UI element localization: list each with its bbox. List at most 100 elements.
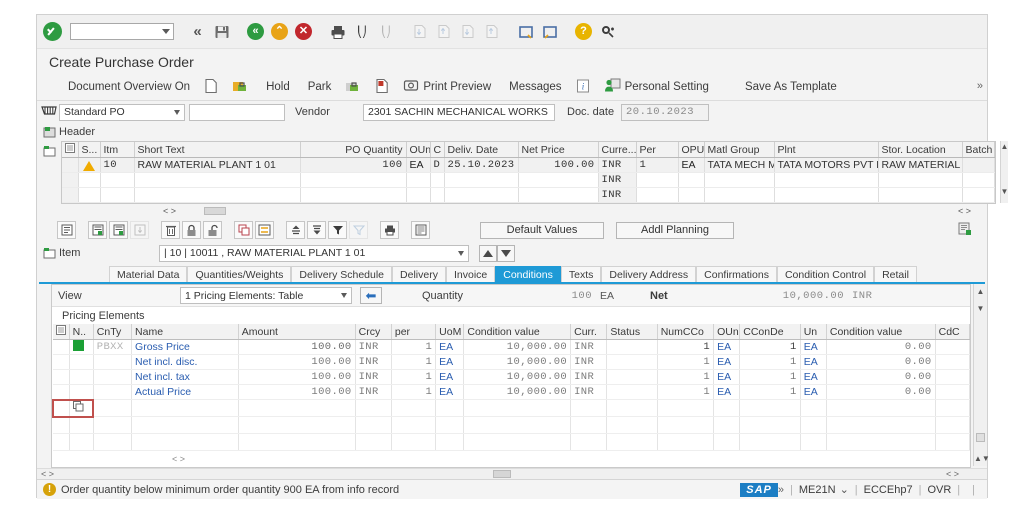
- cancel-icon[interactable]: ✕: [293, 21, 314, 42]
- pcell-status[interactable]: [606, 433, 658, 451]
- pcol-un[interactable]: Un: [800, 324, 827, 340]
- pcell-status[interactable]: [606, 339, 658, 355]
- pcell-oun[interactable]: [713, 433, 741, 451]
- cell-batch[interactable]: [962, 187, 995, 203]
- tab-retail[interactable]: Retail: [874, 266, 917, 282]
- cell-batch[interactable]: [962, 157, 995, 173]
- pcell-name[interactable]: Gross Price: [131, 339, 239, 355]
- pcol-condition-value[interactable]: Condition value: [463, 324, 572, 340]
- item-detail-expand-icon[interactable]: [39, 244, 59, 262]
- pcol-cdc[interactable]: CdC: [935, 324, 971, 340]
- chevron-down-icon[interactable]: [174, 109, 180, 115]
- pcell-name[interactable]: Actual Price: [131, 384, 239, 400]
- pcell-oun[interactable]: EA: [713, 384, 741, 400]
- item-next-button[interactable]: [497, 244, 515, 262]
- paste-row-icon[interactable]: [130, 221, 149, 239]
- pcell-cnty[interactable]: [93, 433, 133, 451]
- scroll-bottom-icon[interactable]: ▲▼: [974, 453, 990, 464]
- lock-folder-button[interactable]: [225, 77, 255, 98]
- cell-matl-group[interactable]: [704, 187, 775, 203]
- view-dropdown[interactable]: 1 Pricing Elements: Table: [180, 287, 352, 304]
- pcell-condition-value2[interactable]: 0.00: [826, 339, 936, 355]
- cell-stor-location[interactable]: [878, 172, 963, 188]
- first-page-icon[interactable]: [409, 21, 430, 42]
- pcell-oun[interactable]: [713, 399, 741, 417]
- cell-oun[interactable]: EA: [406, 157, 431, 173]
- cell-stor-location[interactable]: RAW MATERIAL: [878, 157, 963, 173]
- next-page-icon[interactable]: [457, 21, 478, 42]
- cell-matl-group[interactable]: TATA MECH M: [704, 157, 775, 173]
- pcell-crcy[interactable]: INR: [355, 369, 392, 385]
- pcol-status[interactable]: Status: [606, 324, 658, 340]
- pcell-curr[interactable]: [570, 433, 608, 451]
- pcol-uom[interactable]: UoM: [435, 324, 465, 340]
- pcell-cnty[interactable]: [93, 354, 133, 370]
- hold-button[interactable]: Hold: [255, 77, 297, 98]
- col-status[interactable]: S...: [78, 142, 101, 158]
- pcol-oun[interactable]: OUn: [713, 324, 741, 340]
- pcell-cdc[interactable]: [935, 384, 971, 400]
- pcell-per[interactable]: [391, 399, 437, 417]
- tab-delivery-address[interactable]: Delivery Address: [601, 266, 697, 282]
- cell-short-text[interactable]: [134, 187, 301, 203]
- hscroll-thumb[interactable]: [493, 470, 511, 478]
- col-net-price[interactable]: Net Price: [518, 142, 599, 158]
- item-selector-dropdown[interactable]: | 10 | 10011 , RAW MATERIAL PLANT 1 01: [159, 244, 469, 262]
- pcell-uom[interactable]: EA: [435, 369, 465, 385]
- chevron-down-icon[interactable]: [341, 293, 347, 298]
- status-expander-icon[interactable]: »: [778, 484, 784, 496]
- pcell-un[interactable]: [800, 416, 827, 434]
- po-number-field[interactable]: [189, 103, 285, 121]
- lock-icon[interactable]: [182, 221, 201, 239]
- cell-deliv-date[interactable]: 25.10.2023: [444, 157, 519, 173]
- pcell-crcy[interactable]: [355, 399, 392, 417]
- pcell-cconde[interactable]: [739, 399, 801, 417]
- save-as-template-button[interactable]: Save As Template: [734, 77, 844, 98]
- pcol-condition-value2[interactable]: Condition value: [826, 324, 936, 340]
- back-icon[interactable]: «: [245, 21, 266, 42]
- prow-select-cell[interactable]: [53, 339, 70, 355]
- cell-stor-location[interactable]: [878, 187, 963, 203]
- col-currency[interactable]: Curre...: [598, 142, 637, 158]
- pcell-condition-value2[interactable]: [826, 399, 936, 417]
- table-row[interactable]: PBXX Gross Price 100.00 INR 1 EA 10,000.…: [53, 339, 971, 355]
- pcell-crcy[interactable]: INR: [355, 339, 392, 355]
- pcell-oun[interactable]: EA: [713, 339, 741, 355]
- pcell-crcy[interactable]: [355, 416, 392, 434]
- cell-oun[interactable]: [406, 172, 431, 188]
- pcell-per[interactable]: 1: [391, 384, 437, 400]
- chevron-down-icon[interactable]: [458, 250, 464, 256]
- cell-opu[interactable]: [678, 172, 705, 188]
- pcell-cdc[interactable]: [935, 433, 971, 451]
- pcell-uom[interactable]: EA: [435, 339, 465, 355]
- pcell-un[interactable]: [800, 433, 827, 451]
- cell-matl-group[interactable]: [704, 172, 775, 188]
- pcell-curr[interactable]: [570, 416, 608, 434]
- chevron-down-icon[interactable]: [162, 29, 170, 34]
- pcell-condition-value2[interactable]: 0.00: [826, 384, 936, 400]
- scroll-right-icon[interactable]: < >: [946, 469, 959, 479]
- pcell-numcco[interactable]: 1: [657, 339, 715, 355]
- col-itm[interactable]: Itm: [100, 142, 135, 158]
- cell-c[interactable]: [430, 187, 445, 203]
- addl-planning-button[interactable]: Addl Planning: [616, 221, 734, 239]
- pcell-condition-value2[interactable]: 0.00: [826, 354, 936, 370]
- customize-layout-icon[interactable]: [597, 21, 618, 42]
- pcell-amount[interactable]: 100.00: [238, 369, 356, 385]
- pcol-name[interactable]: Name: [131, 324, 239, 340]
- personal-setting-button[interactable]: Personal Setting: [597, 77, 716, 98]
- doc-type-dropdown[interactable]: Standard PO: [59, 103, 185, 121]
- pcell-oun[interactable]: EA: [713, 369, 741, 385]
- filter-off-icon[interactable]: [349, 221, 368, 239]
- cell-po-quantity[interactable]: [300, 187, 407, 203]
- cell-short-text[interactable]: [134, 172, 301, 188]
- pcol-amount[interactable]: Amount: [238, 324, 356, 340]
- pcell-un[interactable]: EA: [800, 339, 827, 355]
- tab-condition-control[interactable]: Condition Control: [776, 266, 875, 282]
- pcol-per[interactable]: per: [391, 324, 437, 340]
- pcol-n[interactable]: N..: [69, 324, 94, 340]
- pcell-cconde[interactable]: 1: [739, 354, 801, 370]
- window-horizontal-scrollbar[interactable]: < > < >: [37, 468, 987, 479]
- cell-itm[interactable]: 10: [100, 157, 135, 173]
- prow-select-cell[interactable]: [53, 354, 70, 370]
